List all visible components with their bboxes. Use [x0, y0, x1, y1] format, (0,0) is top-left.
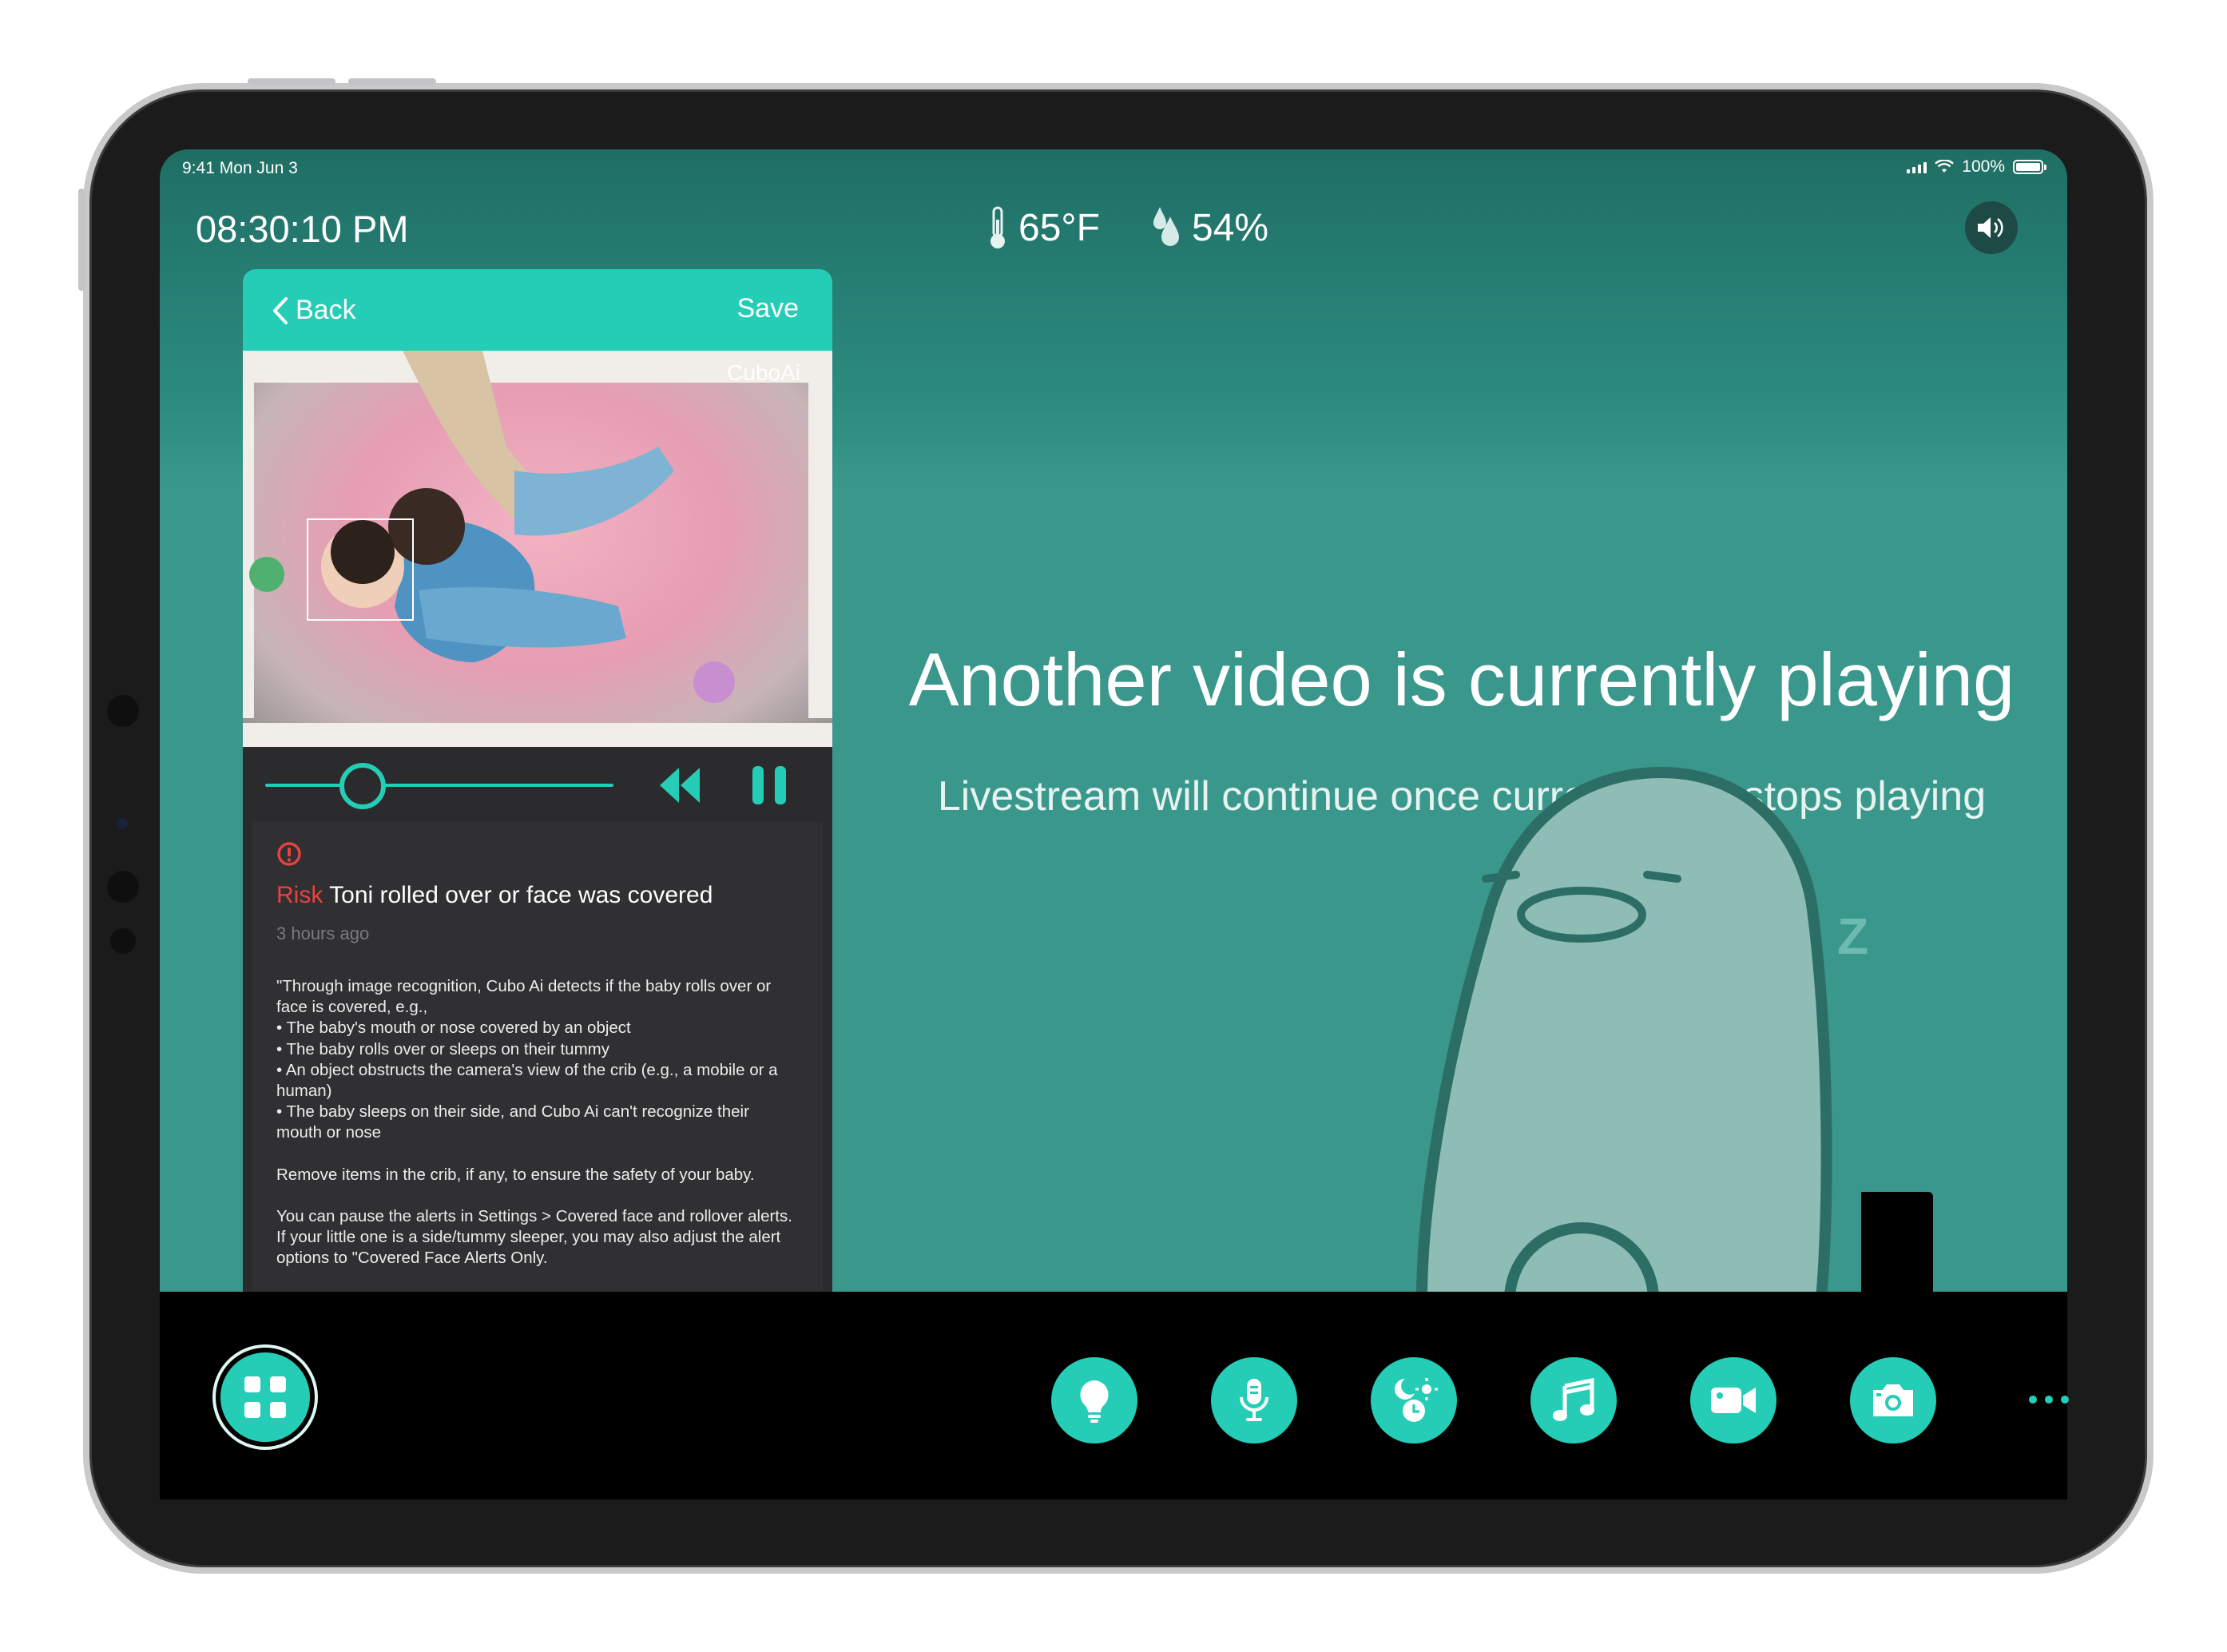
more-options-button[interactable] [2013, 1388, 2085, 1412]
back-button[interactable]: Back [272, 295, 356, 326]
more-options-strip [1861, 1192, 1933, 1310]
temperature-reading: 65°F [986, 205, 1100, 250]
lullaby-button[interactable] [1530, 1357, 1617, 1444]
live-clock: 08:30:10 PM [196, 208, 409, 250]
temperature-value: 65°F [1018, 206, 1100, 249]
description-line: • The baby sleeps on their side, and Cub… [276, 1102, 749, 1142]
description-line: • The baby's mouth or nose covered by an… [276, 1019, 631, 1038]
bulb-icon [1080, 1380, 1109, 1423]
alert-title-text: Toni rolled over or face was covered [329, 882, 713, 908]
sensor-dot-3 [110, 928, 136, 954]
description-line: • An object obstructs the camera's view … [276, 1060, 778, 1101]
night-light-button[interactable] [1051, 1357, 1137, 1444]
description-line: You can pause the alerts in Settings > C… [276, 1206, 792, 1268]
talk-button[interactable] [1211, 1357, 1297, 1444]
camera-icon [1873, 1384, 1913, 1416]
status-bar: 9:41 Mon Jun 3 100% [160, 149, 2067, 189]
main-headline: Another video is currently playing [908, 637, 2015, 721]
humidity-drop-icon [1153, 207, 1179, 246]
wifi-icon [1935, 160, 1955, 173]
alert-video-frame[interactable]: CuboAi [243, 351, 832, 747]
alert-title: Risk Toni rolled over or face was covere… [276, 882, 799, 909]
description-line: • The baby rolls over or sleeps on their… [276, 1039, 609, 1058]
sensor-dot-2 [107, 871, 139, 903]
apps-grid-button[interactable] [216, 1348, 315, 1447]
description-line: Remove items in the crib, if any, to ens… [276, 1165, 755, 1184]
alert-time-ago: 3 hours ago [276, 923, 370, 943]
volume-button[interactable] [1965, 201, 2018, 254]
chevron-left-icon [273, 296, 288, 324]
sleep-schedule-icon [1395, 1378, 1438, 1422]
thermometer-icon [990, 206, 1005, 248]
camera-dot [107, 695, 139, 727]
face-detection-box [307, 518, 414, 621]
sensor-dot [117, 818, 128, 829]
humidity-reading: 54% [1150, 205, 1268, 250]
save-button[interactable]: Save [737, 293, 800, 324]
snapshot-button[interactable] [1850, 1357, 1936, 1444]
sleeping-mascot-illustration [1415, 766, 1832, 1300]
cellular-signal-icon [1907, 161, 1927, 173]
sleep-schedule-button[interactable] [1371, 1357, 1457, 1444]
alert-detail-panel: Risk Toni rolled over or face was covere… [252, 822, 823, 1316]
dot-icon [2045, 1396, 2053, 1404]
dot-icon [2029, 1396, 2037, 1404]
description-line: "Through image recognition, Cubo Ai dete… [276, 977, 772, 1017]
speaker-icon [1978, 217, 2003, 238]
back-label: Back [296, 295, 356, 325]
alert-video-card: Back Save CuboAi Risk Toni rolled over o… [243, 269, 832, 1348]
sleep-z-large: Z [1837, 907, 1869, 965]
playback-controls [243, 747, 832, 822]
card-header: Back Save [243, 269, 832, 351]
alert-description: "Through image recognition, Cubo Ai dete… [276, 976, 799, 1269]
playback-track[interactable] [265, 784, 613, 787]
pause-icon[interactable] [751, 764, 788, 806]
microphone-icon [1240, 1379, 1268, 1421]
video-camera-icon [1711, 1388, 1756, 1413]
battery-percent: 100% [1962, 157, 2005, 176]
music-note-icon [1553, 1378, 1594, 1421]
risk-label: Risk [276, 882, 324, 908]
dot-icon [2061, 1396, 2069, 1404]
humidity-value: 54% [1192, 206, 1269, 249]
volume-up-hardware [248, 78, 335, 85]
rewind-icon[interactable] [657, 764, 703, 806]
battery-icon [2013, 160, 2046, 174]
record-video-button[interactable] [1690, 1357, 1776, 1444]
volume-down-hardware [348, 78, 436, 85]
warning-icon [277, 842, 301, 866]
grid-icon [244, 1376, 286, 1418]
app-screen: 9:41 Mon Jun 3 100% 08:30:10 PM 65°F 54%… [160, 149, 2067, 1499]
brand-watermark: CuboAi [727, 360, 800, 385]
power-hardware [78, 189, 85, 291]
status-time: 9:41 Mon Jun 3 [182, 159, 298, 177]
playback-scrubber-handle[interactable] [339, 763, 387, 809]
status-indicators: 100% [1907, 157, 2046, 177]
